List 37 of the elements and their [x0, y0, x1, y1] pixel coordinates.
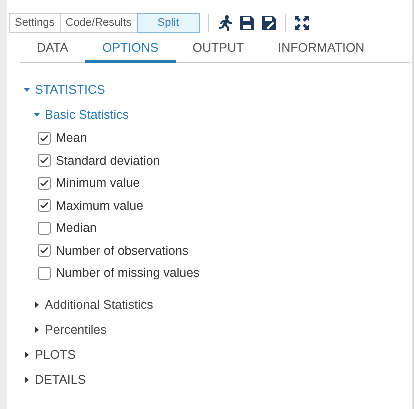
view-toggle-button[interactable]: Code/Results — [60, 12, 138, 32]
running-figure-icon[interactable] — [217, 14, 234, 30]
option-label: Standard deviation — [56, 154, 160, 168]
maximize-icon[interactable] — [294, 14, 310, 30]
tab[interactable]: DATA — [20, 38, 86, 63]
save-as-icon[interactable] — [261, 14, 278, 30]
section-header[interactable]: STATISTICS — [24, 77, 106, 102]
tab[interactable]: INFORMATION — [261, 38, 382, 63]
option-label: Number of missing values — [56, 266, 200, 280]
option-label: Mean — [56, 131, 88, 146]
checkbox[interactable] — [38, 154, 51, 168]
option-label: Number of observations — [56, 244, 189, 258]
checkbox[interactable] — [38, 266, 51, 280]
caret-right-icon — [24, 377, 30, 383]
subsection-header[interactable]: Additional Statistics — [34, 292, 154, 318]
checkbox[interactable] — [38, 199, 51, 212]
caret-right-icon — [24, 352, 30, 358]
subsection-header[interactable]: Percentiles — [34, 318, 107, 342]
checkbox[interactable] — [38, 132, 51, 145]
caret-right-icon — [34, 327, 40, 333]
section-header[interactable]: DETAILS — [24, 368, 86, 392]
option-label: Maximum value — [56, 198, 144, 213]
view-toggle-button[interactable]: Settings — [9, 12, 61, 32]
caret-down-icon — [34, 112, 40, 118]
checkbox[interactable] — [38, 244, 51, 258]
option-label: Median — [56, 221, 97, 236]
tab[interactable]: OPTIONS — [85, 38, 176, 63]
checkbox[interactable] — [38, 176, 51, 190]
option-label: Minimum value — [56, 176, 140, 190]
save-icon[interactable] — [239, 14, 256, 30]
checkbox[interactable] — [38, 222, 51, 235]
caret-right-icon — [34, 302, 40, 308]
view-toggle-button[interactable]: Split — [136, 12, 200, 32]
tab[interactable]: OUTPUT — [176, 38, 262, 63]
section-header[interactable]: PLOTS — [24, 342, 76, 368]
subsection-header[interactable]: Basic Statistics — [34, 102, 130, 127]
caret-down-icon — [24, 86, 30, 92]
